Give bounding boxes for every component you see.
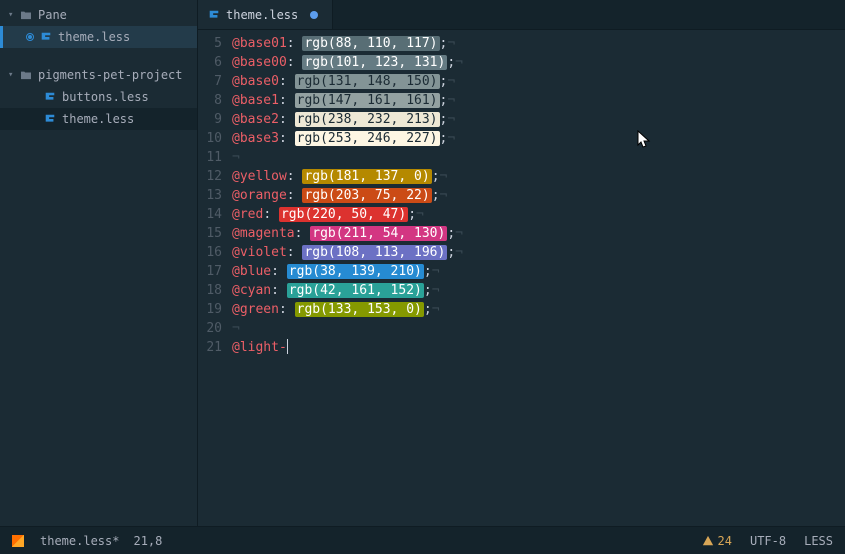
less-file-icon bbox=[44, 113, 56, 125]
warning-icon bbox=[702, 535, 714, 547]
pane-label: Pane bbox=[38, 8, 67, 22]
file-name: buttons.less bbox=[62, 90, 149, 104]
tree-file-buttons[interactable]: buttons.less bbox=[0, 86, 197, 108]
folder-icon bbox=[20, 70, 32, 80]
less-file-icon bbox=[40, 31, 52, 43]
less-file-icon bbox=[44, 91, 56, 103]
tab-bar[interactable]: theme.less bbox=[198, 0, 845, 30]
active-file-indicator bbox=[26, 33, 34, 41]
status-bar: theme.less* 21,8 24 UTF-8 LESS bbox=[0, 526, 845, 554]
file-name: theme.less bbox=[62, 112, 134, 126]
tab-title: theme.less bbox=[226, 8, 298, 22]
tree-file-theme[interactable]: theme.less bbox=[0, 108, 197, 130]
status-cursor-position[interactable]: 21,8 bbox=[133, 534, 162, 548]
tree-pane-file[interactable]: theme.less bbox=[0, 26, 197, 48]
chevron-down-icon: ▾ bbox=[8, 70, 16, 80]
text-editor[interactable]: 56789101112131415161718192021 @base01: r… bbox=[198, 30, 845, 526]
project-name: pigments-pet-project bbox=[38, 68, 183, 82]
tab-theme-less[interactable]: theme.less bbox=[198, 0, 333, 29]
code-area[interactable]: @base01: rgb(88, 110, 117);¬@base00: rgb… bbox=[232, 34, 845, 526]
dirty-indicator-icon bbox=[310, 11, 318, 19]
folder-icon bbox=[20, 10, 32, 20]
status-encoding[interactable]: UTF-8 bbox=[750, 534, 786, 548]
line-number-gutter: 56789101112131415161718192021 bbox=[198, 34, 232, 526]
chevron-down-icon: ▾ bbox=[8, 10, 16, 20]
tree-view[interactable]: ▾ Pane theme.less ▾ pigments-pet-project… bbox=[0, 0, 198, 526]
less-file-icon bbox=[208, 9, 220, 21]
tree-pane-header[interactable]: ▾ Pane bbox=[0, 4, 197, 26]
pigments-status-icon[interactable] bbox=[12, 535, 24, 547]
status-warnings[interactable]: 24 bbox=[702, 534, 732, 548]
status-grammar[interactable]: LESS bbox=[804, 534, 833, 548]
warning-count: 24 bbox=[718, 534, 732, 548]
pane-file-name: theme.less bbox=[58, 30, 130, 44]
tree-project-header[interactable]: ▾ pigments-pet-project bbox=[0, 64, 197, 86]
status-filename: theme.less* bbox=[40, 534, 119, 548]
